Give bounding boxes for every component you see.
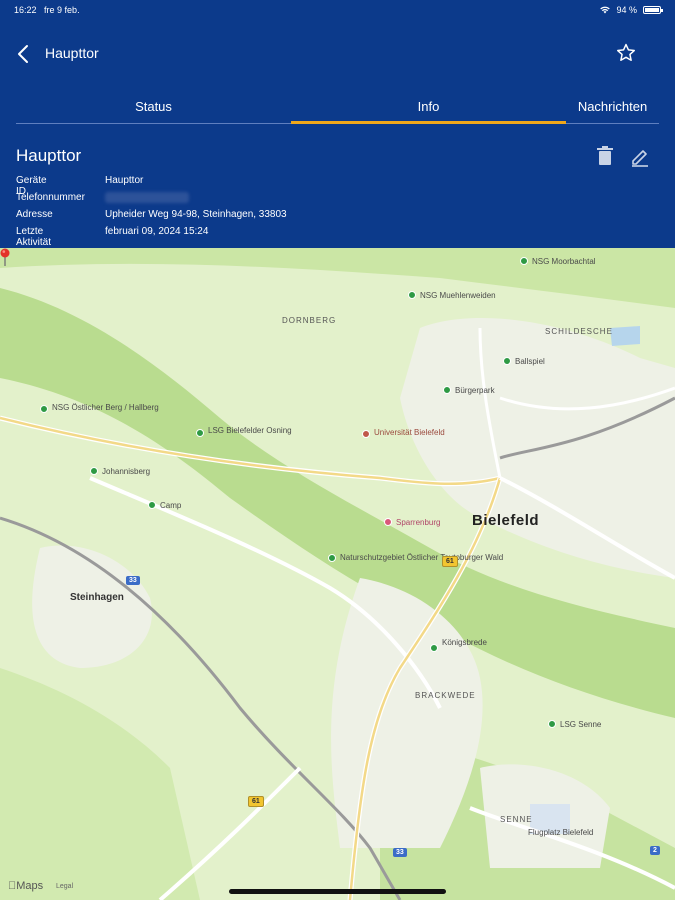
nav-bar: Haupttor (0, 36, 675, 72)
poi-marker[interactable] (548, 720, 556, 728)
map-base (0, 248, 675, 900)
tab-status[interactable]: Status (16, 96, 291, 124)
pencil-icon[interactable] (629, 145, 651, 167)
poi-label: Camp (160, 501, 182, 510)
device-title: Haupttor (16, 146, 82, 165)
road-shield: 61 (248, 796, 264, 807)
road-shield: 2 (650, 846, 660, 855)
map-label-brackwede: BRACKWEDE (415, 691, 476, 700)
info-value-redacted (105, 192, 189, 206)
apple-maps-logo: Maps (8, 880, 43, 892)
home-indicator[interactable] (229, 889, 446, 894)
poi-label: LSG Bielefelder Osning (208, 426, 292, 435)
info-value: Haupttor (105, 175, 144, 186)
poi-marker[interactable] (503, 357, 511, 365)
road-shield: 61 (442, 556, 458, 567)
poi-label: NSG Moorbachtal (532, 257, 596, 266)
map-label-steinhagen: Steinhagen (70, 592, 124, 603)
poi-marker[interactable] (148, 501, 156, 509)
poi-label: Universität Bielefeld (374, 428, 445, 437)
status-bar: 16:22 fre 9 feb. 94 % (0, 0, 675, 20)
chevron-left-icon[interactable] (14, 42, 34, 66)
map-label-senne: SENNE (500, 815, 533, 824)
battery-percent: 94 % (616, 5, 637, 15)
map-view[interactable]: Bielefeld Steinhagen DORNBERG SCHILDESCH… (0, 248, 675, 900)
header-panel: 16:22 fre 9 feb. 94 % Haupttor Status In… (0, 0, 675, 248)
poi-label: Sparrenburg (396, 518, 441, 527)
poi-marker[interactable] (443, 386, 451, 394)
location-pin-icon[interactable] (0, 248, 10, 266)
poi-label: Naturschutzgebiet Östlicher Teutoburger … (340, 553, 504, 562)
info-value: Upheider Weg 94-98, Steinhagen, 33803 (105, 209, 287, 220)
map-label-dornberg: DORNBERG (282, 316, 337, 325)
poi-label: Ballspiel (515, 357, 545, 366)
poi-marker[interactable] (384, 518, 392, 526)
info-label: Letzte Aktivität (16, 226, 52, 248)
tab-bar: Status Info Nachrichten (16, 96, 659, 124)
map-label-schildesche: SCHILDESCHE (545, 327, 613, 336)
road-shield: 33 (393, 848, 407, 857)
map-label-airport: Flugplatz Bielefeld (528, 828, 594, 837)
poi-marker[interactable] (196, 429, 204, 437)
status-date: fre 9 feb. (44, 5, 80, 15)
poi-marker[interactable] (328, 554, 336, 562)
trash-icon[interactable] (595, 145, 615, 167)
poi-marker[interactable] (40, 405, 48, 413)
info-label: Telefonnummer (16, 192, 85, 203)
poi-marker[interactable] (408, 291, 416, 299)
star-icon[interactable] (615, 42, 637, 64)
poi-label: Johannisberg (102, 467, 151, 476)
status-time-date: 16:22 fre 9 feb. (14, 5, 80, 15)
status-right: 94 % (600, 5, 663, 15)
info-label: Adresse (16, 209, 53, 220)
road-shield: 33 (126, 576, 140, 585)
redacted-phone (105, 192, 189, 203)
legal-link[interactable]: Legal (56, 883, 73, 890)
tab-info[interactable]: Info (291, 96, 566, 124)
poi-label: Königsbrede (442, 638, 487, 647)
map-label-bielefeld: Bielefeld (472, 512, 540, 529)
battery-icon (643, 6, 663, 14)
maps-attribution: Maps (8, 880, 43, 892)
tab-nachrichten[interactable]: Nachrichten (566, 96, 659, 124)
status-time: 16:22 (14, 5, 37, 15)
poi-label: NSG Östlicher Berg / Hallberg (52, 403, 159, 412)
poi-marker[interactable] (90, 467, 98, 475)
poi-label: Bürgerpark (455, 386, 495, 395)
poi-marker[interactable] (430, 644, 438, 652)
poi-label: NSG Muehlenweiden (420, 291, 496, 300)
wifi-icon (600, 6, 611, 14)
poi-marker[interactable] (362, 430, 370, 438)
poi-marker[interactable] (520, 257, 528, 265)
info-value: februari 09, 2024 15:24 (105, 226, 209, 237)
poi-label: LSG Senne (560, 720, 602, 729)
nav-title: Haupttor (45, 45, 99, 61)
